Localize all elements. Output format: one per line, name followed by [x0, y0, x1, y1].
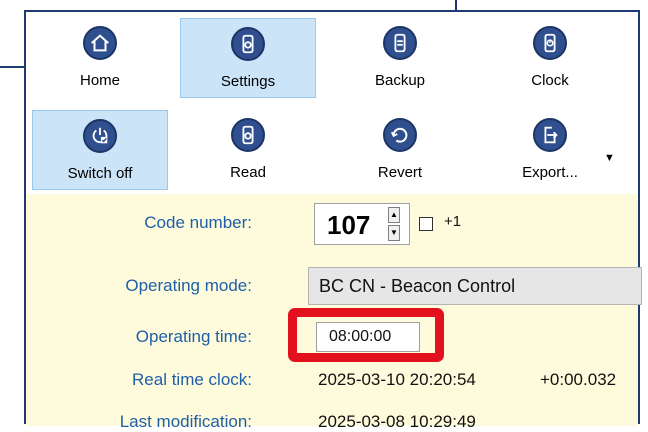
settings-button[interactable]: Settings — [180, 18, 316, 98]
clock-icon — [533, 26, 567, 60]
home-icon — [83, 26, 117, 60]
main-toolbar: Home Settings Backup Clock — [26, 14, 638, 100]
export-button[interactable]: Export... — [482, 110, 618, 190]
background-window-edge-right — [455, 0, 457, 10]
operating-mode-label: Operating mode: — [125, 276, 252, 295]
clock-button[interactable]: Clock — [482, 18, 618, 98]
plus-one-label: +1 — [444, 213, 462, 230]
plus-one-checkbox[interactable] — [419, 217, 433, 231]
revert-button-label: Revert — [377, 164, 423, 181]
code-number-value: 107 — [327, 210, 371, 240]
switch-off-button[interactable]: Switch off — [32, 110, 168, 190]
home-button[interactable]: Home — [32, 18, 168, 98]
revert-button[interactable]: Revert — [332, 110, 468, 190]
home-button-label: Home — [79, 72, 120, 89]
stepper-down-icon[interactable]: ▼ — [388, 225, 400, 241]
backup-icon — [383, 26, 417, 60]
export-button-label: Export... — [522, 164, 578, 181]
switch-off-icon — [83, 119, 117, 153]
operating-time-label: Operating time: — [135, 327, 252, 346]
settings-button-label: Settings — [220, 73, 276, 90]
action-toolbar: Switch off Read Revert Export... — [26, 106, 638, 192]
code-number-stepper[interactable]: 107 ▲ ▼ — [314, 203, 410, 245]
clock-button-label: Clock — [531, 72, 569, 89]
operating-time-input[interactable]: 08:00:00 — [316, 322, 420, 352]
backup-button-label: Backup — [374, 72, 426, 89]
settings-window: Home Settings Backup Clock Switch off Re… — [24, 10, 642, 431]
last-modification-value: 2025-03-08 10:29:49 — [318, 412, 476, 431]
settings-icon — [231, 27, 265, 61]
real-time-clock-value: 2025-03-10 20:20:54 — [318, 370, 476, 389]
revert-icon — [383, 118, 417, 152]
operating-mode-select[interactable]: BC CN - Beacon Control — [308, 267, 642, 305]
backup-button[interactable]: Backup — [332, 18, 468, 98]
real-time-clock-label: Real time clock: — [132, 370, 252, 389]
toolbar-overflow-arrow-icon[interactable]: ▼ — [604, 152, 615, 164]
settings-form: Code number: 107 ▲ ▼ +1 Operating mode: … — [26, 194, 642, 431]
read-button[interactable]: Read — [180, 110, 316, 190]
stepper-up-icon[interactable]: ▲ — [388, 207, 400, 223]
read-icon — [231, 118, 265, 152]
last-modification-label: Last modification: — [119, 412, 252, 431]
real-time-clock-offset: +0:00.032 — [540, 370, 617, 389]
switch-off-button-label: Switch off — [67, 165, 133, 182]
export-icon — [533, 118, 567, 152]
background-window-edge — [0, 66, 24, 68]
code-number-label: Code number: — [144, 213, 252, 232]
read-button-label: Read — [230, 164, 266, 181]
